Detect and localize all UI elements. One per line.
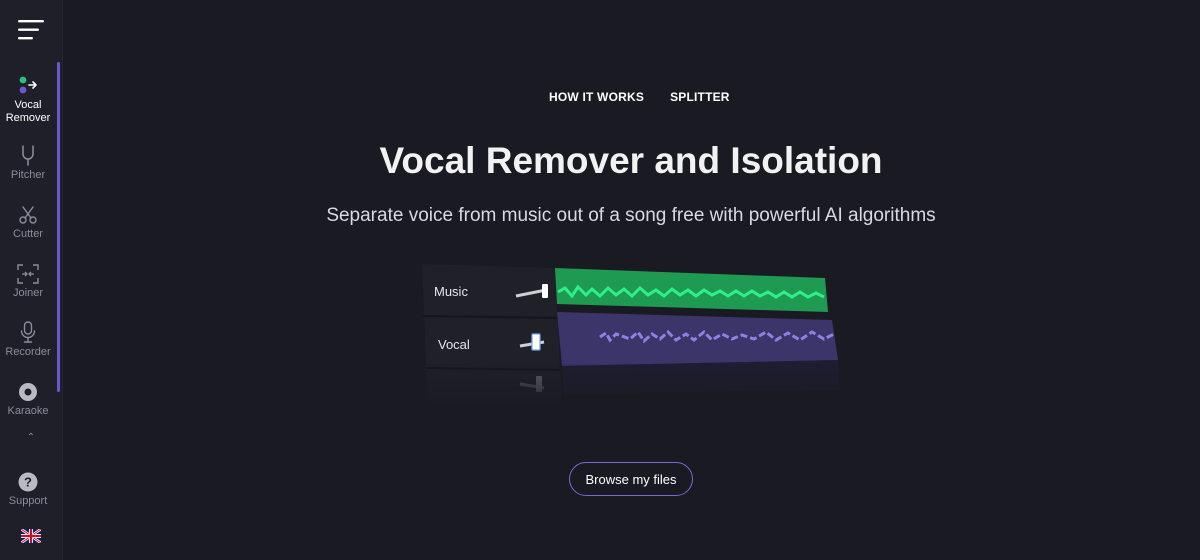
track-label-vocal: Vocal <box>438 337 470 352</box>
top-navigation: HOW IT WORKS SPLITTER <box>549 90 730 104</box>
track-mixer-graphic: Music Vocal <box>420 264 850 410</box>
nav-link-splitter[interactable]: SPLITTER <box>670 90 730 104</box>
page-subtitle: Separate voice from music out of a song … <box>326 205 936 226</box>
sidebar-item-label: Vocal Remover <box>5 99 51 124</box>
nav-link-how-it-works[interactable]: HOW IT WORKS <box>549 90 644 104</box>
page-title: Vocal Remover and Isolation <box>379 140 883 181</box>
browse-files-button[interactable]: Browse my files <box>569 462 693 496</box>
track-label-music: Music <box>434 284 468 299</box>
language-selector[interactable] <box>20 527 42 548</box>
sidebar-item-label: Recorder <box>5 346 51 358</box>
menu-button[interactable] <box>0 0 62 60</box>
sidebar-item-label: Support <box>8 495 48 507</box>
scissors-icon <box>18 199 38 225</box>
sidebar-item-pitcher[interactable]: Pitcher <box>0 140 56 182</box>
sidebar-item-support[interactable]: ? Support <box>0 466 56 508</box>
sidebar: Vocal Remover Pitcher Cutter Joiner Reco… <box>0 0 63 560</box>
sidebar-scrollbar[interactable] <box>57 62 60 392</box>
sidebar-item-label: Cutter <box>13 228 43 240</box>
tuning-fork-icon <box>20 140 36 166</box>
app-window: Vocal Remover Pitcher Cutter Joiner Reco… <box>0 0 1200 560</box>
hamburger-menu-icon <box>18 20 44 40</box>
sidebar-item-recorder[interactable]: Recorder <box>0 317 56 359</box>
sidebar-item-vocal-remover[interactable]: Vocal Remover <box>0 70 56 125</box>
sidebar-item-label: Karaoke <box>7 405 49 417</box>
vocal-remover-icon <box>17 70 39 96</box>
disc-icon <box>18 376 38 402</box>
sidebar-item-karaoke[interactable]: Karaoke <box>0 376 56 418</box>
track-mixer-illustration: Music Vocal <box>420 260 850 410</box>
sidebar-item-cutter[interactable]: Cutter <box>0 199 56 241</box>
chevron-up-icon[interactable]: ⌃ <box>0 432 62 443</box>
sidebar-item-label: Pitcher <box>10 169 46 181</box>
joiner-icon <box>17 258 39 284</box>
sidebar-item-label: Joiner <box>13 287 43 299</box>
sidebar-item-joiner[interactable]: Joiner <box>0 258 56 300</box>
help-icon: ? <box>18 466 38 492</box>
svg-text:?: ? <box>24 475 32 490</box>
microphone-icon <box>20 317 36 343</box>
uk-flag-icon <box>20 527 42 545</box>
